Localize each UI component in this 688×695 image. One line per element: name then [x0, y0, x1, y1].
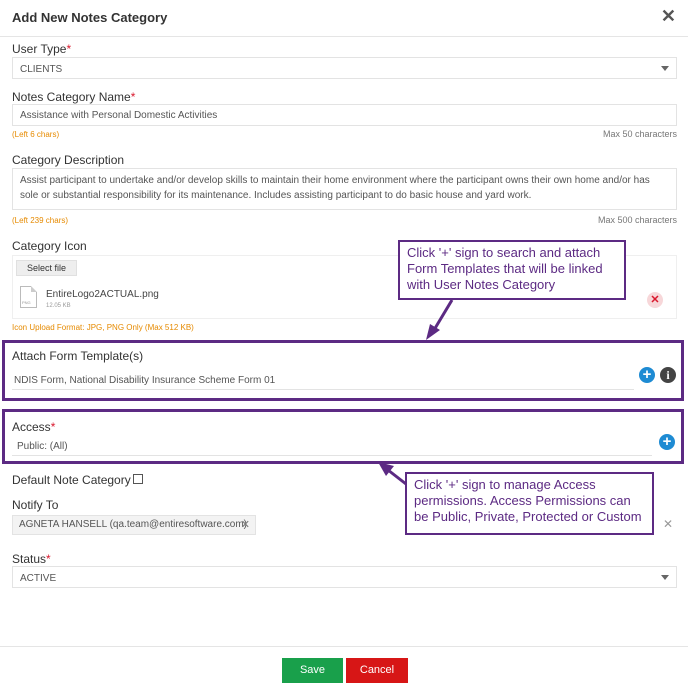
modal-footer: Save Cancel — [0, 646, 688, 695]
notify-recipient-name: AGNETA HANSELL (qa.team@entiresoftware.c… — [19, 519, 248, 530]
modal-title: Add New Notes Category — [12, 10, 168, 25]
uploaded-file-name: EntireLogo2ACTUAL.png — [46, 289, 159, 300]
status-select[interactable]: ACTIVE — [12, 566, 677, 588]
form-template-callout: Click '+' sign to search and attach Form… — [398, 240, 626, 300]
chevron-down-icon — [661, 66, 669, 71]
status-label: Status* — [12, 552, 51, 566]
category-name-max-hint: Max 50 characters — [602, 129, 677, 139]
description-max-hint: Max 500 characters — [597, 215, 677, 225]
notify-to-label: Notify To — [12, 498, 59, 512]
modal-header: Add New Notes Category ✕ — [0, 0, 688, 37]
file-icon: PNG — [20, 286, 37, 308]
access-label: Access* — [12, 420, 56, 434]
select-file-button[interactable]: Select file — [16, 260, 77, 276]
uploaded-file-size: 12.05 KB — [46, 303, 71, 309]
close-icon[interactable]: ✕ — [661, 6, 676, 26]
form-template-value[interactable]: NDIS Form, National Disability Insurance… — [14, 375, 275, 386]
add-notes-category-modal: Add New Notes Category ✕ User Type* CLIE… — [0, 0, 688, 694]
user-type-select[interactable]: CLIENTS — [12, 57, 677, 79]
cancel-button[interactable]: Cancel — [346, 658, 408, 683]
category-name-value: Assistance with Personal Domestic Activi… — [20, 110, 218, 121]
category-icon-label: Category Icon — [12, 239, 87, 253]
category-name-label: Notes Category Name* — [12, 90, 136, 104]
category-name-left-hint: (Left 6 chars) — [12, 130, 60, 139]
user-type-value: CLIENTS — [20, 64, 63, 75]
callout-arrow-template — [426, 299, 454, 340]
chevron-down-icon — [661, 575, 669, 580]
save-button[interactable]: Save — [282, 658, 343, 683]
remove-file-icon[interactable]: ✕ — [647, 292, 663, 308]
description-value: Assist participant to undertake and/or d… — [20, 175, 650, 201]
access-value[interactable]: Public: (All) — [17, 441, 68, 452]
info-icon[interactable]: i — [660, 367, 676, 383]
notify-to-field[interactable]: AGNETA HANSELL (qa.team@entiresoftware.c… — [12, 514, 677, 536]
add-form-template-icon[interactable]: + — [639, 367, 655, 383]
form-template-label: Attach Form Template(s) — [12, 349, 144, 363]
category-name-input[interactable]: Assistance with Personal Domestic Activi… — [12, 104, 677, 126]
add-access-icon[interactable]: + — [659, 434, 675, 450]
description-left-hint: (Left 239 chars) — [12, 216, 69, 225]
description-textarea[interactable]: Assist participant to undertake and/or d… — [12, 168, 677, 210]
icon-format-hint: Icon Upload Format: JPG, PNG Only (Max 5… — [12, 323, 194, 332]
default-note-label: Default Note Category — [12, 473, 131, 487]
clear-recipients-icon[interactable]: ✕ — [663, 517, 673, 531]
notify-recipient-tag: AGNETA HANSELL (qa.team@entiresoftware.c… — [12, 515, 256, 535]
callout-arrow-access — [378, 462, 407, 486]
remove-recipient-icon[interactable]: ✕ — [241, 516, 250, 534]
default-note-checkbox[interactable] — [133, 474, 143, 484]
status-value: ACTIVE — [20, 573, 57, 584]
description-label: Category Description — [12, 153, 125, 167]
user-type-label: User Type* — [12, 42, 72, 56]
